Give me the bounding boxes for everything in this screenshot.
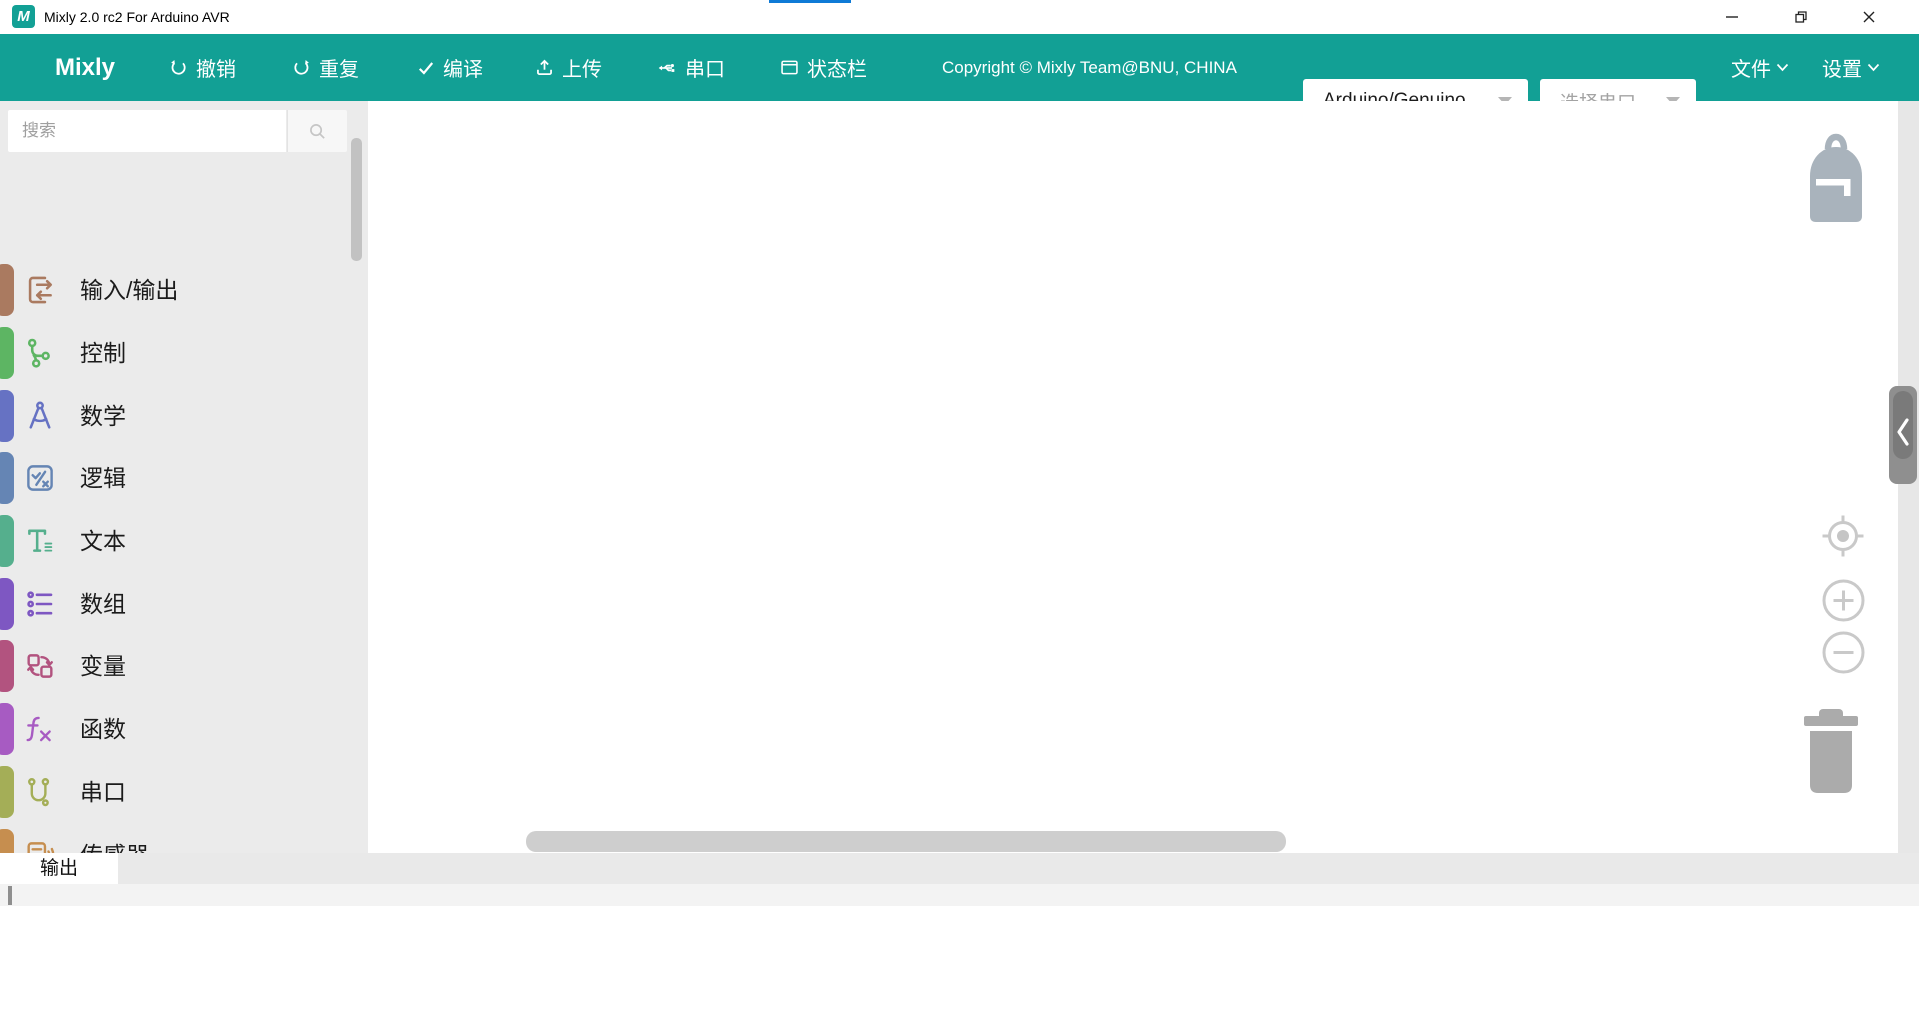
undo-icon [168, 57, 189, 78]
category-color-bar [0, 640, 14, 692]
chevron-down-icon [1776, 63, 1789, 72]
menu-file[interactable]: 文件 [1731, 34, 1789, 101]
redo-label: 重复 [319, 53, 359, 82]
redo-icon [291, 57, 312, 78]
sidebar-scrollbar[interactable] [351, 138, 362, 261]
category-label: 输入/输出 [80, 259, 178, 321]
search-button[interactable] [287, 110, 347, 152]
category-color-bar [0, 578, 14, 630]
category-color-bar [0, 390, 14, 442]
zoom-out-button[interactable] [1822, 631, 1865, 679]
category-color-bar [0, 515, 14, 567]
compile-check-icon [416, 58, 436, 78]
title-bar: M Mixly 2.0 rc2 For Arduino AVR [0, 0, 1919, 34]
window-title: Mixly 2.0 rc2 For Arduino AVR [44, 0, 230, 34]
upload-label: 上传 [562, 53, 602, 82]
sidebar-item-input-output[interactable]: 输入/输出 [0, 259, 368, 321]
zoom-in-button[interactable] [1822, 579, 1865, 627]
menu-file-label: 文件 [1731, 53, 1771, 82]
console-scroll-band [0, 884, 1919, 906]
search-input[interactable] [8, 110, 286, 152]
backpack-icon [1804, 132, 1868, 227]
category-color-bar [0, 452, 14, 504]
serial-label: 串口 [685, 53, 725, 82]
sidebar-item-array[interactable]: 数组 [0, 573, 368, 635]
blockly-workspace[interactable] [368, 101, 1898, 853]
category-color-bar [0, 264, 14, 316]
category-label: 变量 [80, 635, 126, 697]
category-color-bar [0, 766, 14, 818]
minimize-button[interactable] [1714, 0, 1750, 34]
workspace-horizontal-scrollbar[interactable] [526, 831, 1286, 852]
restore-icon [1793, 9, 1809, 25]
chevron-down-icon [1867, 63, 1880, 72]
close-button[interactable] [1851, 0, 1887, 34]
array-list-icon [23, 587, 57, 621]
copyright-text: Copyright © Mixly Team@BNU, CHINA [942, 34, 1237, 101]
serial-cable-icon [23, 775, 57, 809]
sidebar-item-text[interactable]: 文本 [0, 510, 368, 572]
serial-button[interactable]: 串口 [656, 34, 725, 101]
statusbar-icon [779, 57, 800, 78]
category-color-bar [0, 327, 14, 379]
center-focus-icon [1819, 512, 1867, 560]
restore-button[interactable] [1783, 0, 1819, 34]
input-output-icon [23, 273, 57, 307]
category-label: 数学 [80, 385, 126, 447]
math-compass-icon [23, 399, 57, 433]
zoom-out-icon [1822, 631, 1865, 674]
output-console[interactable] [0, 884, 1919, 1032]
category-color-bar [0, 703, 14, 755]
minimize-icon [1725, 10, 1739, 24]
text-icon [23, 524, 57, 558]
zoom-in-icon [1822, 579, 1865, 622]
collapse-panel-icon [1895, 417, 1911, 447]
app-logo-icon: M [12, 5, 35, 28]
statusbar-label: 状态栏 [807, 53, 867, 82]
block-category-sidebar: 输入/输出 控制 [0, 101, 368, 853]
redo-button[interactable]: 重复 [291, 34, 359, 101]
category-label: 串口 [80, 761, 126, 823]
brand-label: Mixly [55, 34, 115, 101]
category-label: 函数 [80, 698, 126, 760]
usb-serial-icon [656, 57, 678, 79]
category-label: 控制 [80, 322, 126, 384]
upload-button[interactable]: 上传 [534, 34, 602, 101]
variable-swap-icon [23, 649, 57, 683]
category-label: 文本 [80, 510, 126, 572]
compile-button[interactable]: 编译 [416, 34, 483, 101]
category-label: 逻辑 [80, 447, 126, 509]
sidebar-item-variable[interactable]: 变量 [0, 635, 368, 697]
statusbar-button[interactable]: 状态栏 [779, 34, 867, 101]
console-cursor [8, 886, 12, 905]
center-focus-button[interactable] [1819, 512, 1867, 565]
sidebar-item-logic[interactable]: 逻辑 [0, 447, 368, 509]
console-tabstrip: 输出 [0, 853, 1919, 884]
search-icon [307, 121, 328, 142]
undo-button[interactable]: 撤销 [168, 34, 236, 101]
sidebar-item-function[interactable]: 函数 [0, 698, 368, 760]
menu-settings-label: 设置 [1822, 53, 1862, 82]
category-label: 数组 [80, 573, 126, 635]
logic-check-icon [23, 461, 57, 495]
control-branch-icon [23, 336, 57, 370]
backpack-button[interactable] [1804, 132, 1868, 232]
main-toolbar: Mixly 撤销 重复 编译 [0, 34, 1919, 101]
function-fx-icon [23, 712, 57, 746]
close-icon [1862, 10, 1876, 24]
sidebar-item-math[interactable]: 数学 [0, 385, 368, 447]
mixly-window: M Mixly 2.0 rc2 For Arduino AVR Mixly 撤销 [0, 0, 1919, 1032]
sidebar-item-control[interactable]: 控制 [0, 322, 368, 384]
loading-indicator [769, 0, 851, 3]
trash-button[interactable] [1798, 703, 1864, 804]
tab-output[interactable]: 输出 [0, 853, 118, 884]
upload-icon [534, 57, 555, 78]
collapse-panel-handle[interactable] [1889, 386, 1917, 484]
undo-label: 撤销 [196, 53, 236, 82]
trash-icon [1798, 703, 1864, 799]
menu-settings[interactable]: 设置 [1822, 34, 1880, 101]
compile-label: 编译 [443, 53, 483, 82]
sidebar-item-serial[interactable]: 串口 [0, 761, 368, 823]
